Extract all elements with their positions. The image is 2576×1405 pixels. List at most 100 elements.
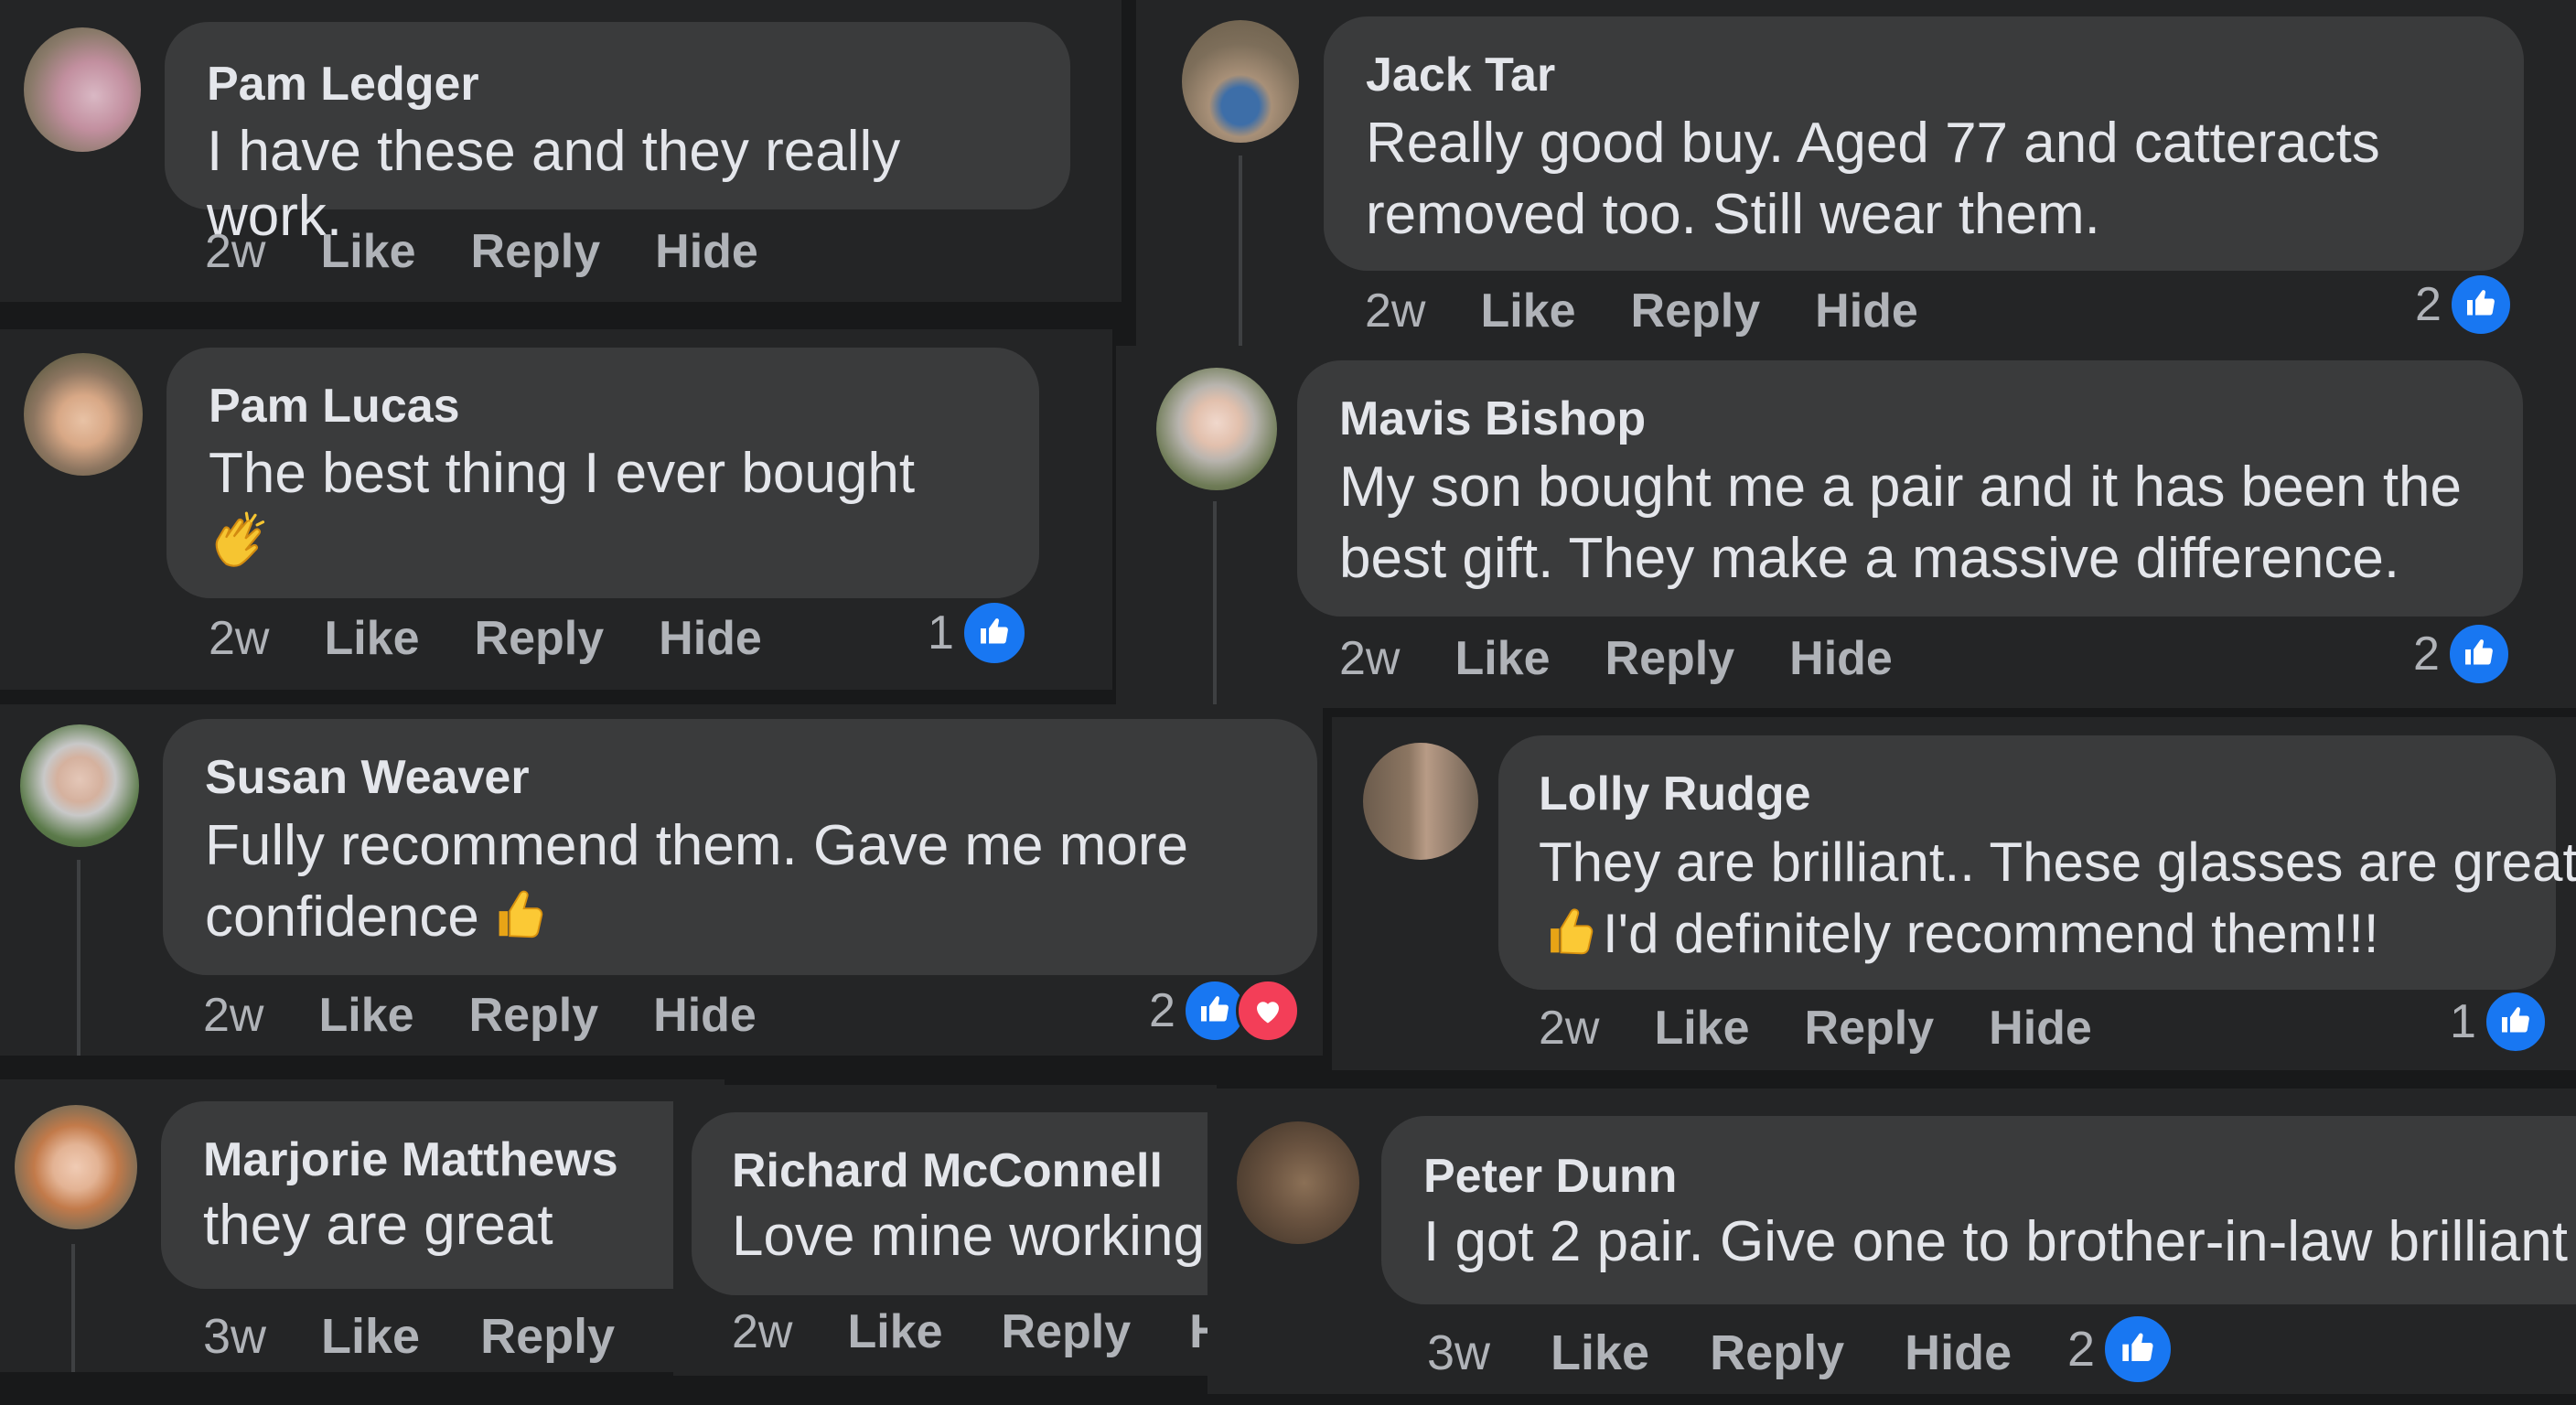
comment-actions: 2w Like Reply Hide [1339, 631, 1893, 686]
comment-author[interactable]: Lolly Rudge [1539, 767, 2516, 821]
comment-actions: 2w Like Reply H [732, 1304, 1217, 1359]
comment-panel-peter-dunn: Peter Dunn I got 2 pair. Give one to bro… [1208, 1089, 2576, 1394]
comment-timestamp[interactable]: 2w [203, 988, 263, 1043]
reply-button[interactable]: Reply [1805, 1001, 1935, 1056]
reply-button[interactable]: Reply [469, 988, 599, 1043]
like-button[interactable]: Like [324, 611, 419, 666]
comment-text: Really good buy. Aged 77 and catteracts … [1366, 112, 2380, 246]
thread-line [1239, 156, 1242, 346]
hide-button[interactable]: Hide [1815, 284, 1918, 338]
reply-button[interactable]: Reply [1710, 1325, 1844, 1381]
comment-author[interactable]: Marjorie Matthews [203, 1132, 704, 1187]
love-icon [1235, 979, 1300, 1043]
like-icon [2102, 1314, 2174, 1385]
comment-timestamp[interactable]: 2w [1365, 284, 1425, 338]
comment-bubble: Pam Ledger I have these and they really … [165, 22, 1070, 248]
comment-timestamp[interactable]: 2w [205, 224, 265, 279]
reaction-count: 2 [2415, 278, 2442, 331]
like-button[interactable]: Like [318, 988, 413, 1043]
comment-timestamp[interactable]: 3w [1427, 1325, 1490, 1381]
avatar[interactable] [1182, 20, 1299, 143]
comment-bubble: Pam Lucas The best thing I ever bought [166, 348, 1039, 598]
like-button[interactable]: Like [321, 1308, 420, 1365]
comment-timestamp[interactable]: 2w [732, 1304, 792, 1359]
reaction-summary[interactable]: 2 [2415, 273, 2513, 337]
reaction-summary[interactable]: 1 [928, 600, 1027, 666]
comment-bubble: Peter Dunn I got 2 pair. Give one to bro… [1381, 1116, 2576, 1304]
comment-author[interactable]: Mavis Bishop [1339, 391, 2481, 446]
avatar[interactable] [1237, 1121, 1359, 1244]
thumbs-up-emoji [487, 885, 543, 959]
comment-panel-susan-weaver: Susan Weaver Fully recommend them. Gave … [0, 704, 1323, 1056]
comment-timestamp[interactable]: 2w [1339, 631, 1400, 686]
hide-button[interactable]: Hide [655, 224, 758, 279]
reaction-count: 2 [2067, 1322, 2096, 1377]
like-button[interactable]: Like [1551, 1325, 1649, 1381]
avatar[interactable] [24, 27, 141, 152]
comment-text: The best thing I ever bought [209, 442, 916, 505]
reply-button[interactable]: Reply [471, 224, 601, 279]
reaction-summary[interactable]: 2 [2413, 622, 2511, 686]
comment-author[interactable]: Pam Lucas [209, 379, 997, 434]
like-button[interactable]: Like [1454, 631, 1550, 686]
avatar[interactable] [24, 353, 143, 476]
reaction-summary[interactable]: 2 [2067, 1314, 2174, 1385]
like-button[interactable]: Like [1480, 284, 1575, 338]
comment-panel-jack-tar: Jack Tar Really good buy. Aged 77 and ca… [1136, 0, 2576, 346]
comment-text: Love mine working [732, 1205, 1205, 1268]
hide-button[interactable]: Hide [659, 611, 762, 666]
avatar[interactable] [20, 724, 139, 847]
thread-line [1213, 501, 1217, 708]
comment-actions: 2w Like Reply Hide [209, 611, 762, 666]
comment-timestamp[interactable]: 3w [203, 1308, 266, 1365]
avatar[interactable] [1363, 743, 1478, 860]
comment-author[interactable]: Jack Tar [1366, 48, 2482, 102]
thumbs-up-emoji [1539, 903, 1594, 975]
comment-author[interactable]: Peter Dunn [1423, 1149, 2574, 1204]
comment-actions: 2w Like Reply Hide [1539, 1001, 2092, 1056]
comment-text-line-1: They are brilliant.. These glasses are g… [1539, 831, 2576, 893]
comment-panel-pam-ledger: Pam Ledger I have these and they really … [0, 0, 1122, 302]
comment-author[interactable]: Richard McConnell [732, 1143, 1217, 1198]
like-button[interactable]: Like [847, 1304, 942, 1359]
comment-author[interactable]: Pam Ledger [207, 57, 1028, 112]
comment-bubble: Marjorie Matthews they are great [161, 1101, 724, 1289]
comment-timestamp[interactable]: 2w [209, 611, 269, 666]
like-button[interactable]: Like [320, 224, 415, 279]
reaction-count: 2 [1149, 984, 1175, 1037]
comment-bubble: Lolly Rudge They are brilliant.. These g… [1498, 735, 2576, 990]
comment-actions: 2w Like Reply Hide [205, 224, 758, 279]
thread-line [77, 860, 80, 1056]
reply-button[interactable]: Reply [480, 1308, 615, 1365]
comment-actions: 3w Like Reply Hide [1427, 1325, 2012, 1381]
reaction-summary[interactable]: 2 [1149, 979, 1300, 1043]
hide-button[interactable]: Hide [1789, 631, 1893, 686]
comment-bubble: Jack Tar Really good buy. Aged 77 and ca… [1324, 16, 2524, 271]
like-icon [2483, 990, 2548, 1054]
comment-text: Fully recommend them. Gave me more confi… [205, 810, 1275, 959]
comment-bubble: Richard McConnell Love mine working [692, 1112, 1217, 1295]
hide-button[interactable]: Hide [1905, 1325, 2012, 1381]
comment-text: they are great [203, 1194, 553, 1257]
comment-panel-richard-mcconnell: Richard McConnell Love mine working 2w L… [673, 1085, 1217, 1376]
hide-button[interactable]: Hide [653, 988, 757, 1043]
comment-text: I got 2 pair. Give one to brother-in-law… [1423, 1210, 2568, 1273]
reaction-count: 1 [2450, 995, 2476, 1048]
comment-author[interactable]: Susan Weaver [205, 750, 1275, 805]
like-icon [961, 600, 1027, 666]
comment-actions: 3w Like Reply [203, 1308, 615, 1365]
reply-button[interactable]: Reply [475, 611, 605, 666]
reaction-summary[interactable]: 1 [2450, 990, 2548, 1054]
reply-button[interactable]: Reply [1631, 284, 1761, 338]
reaction-count: 1 [928, 606, 954, 660]
comment-panel-pam-lucas: Pam Lucas The best thing I ever bought 2… [0, 329, 1112, 690]
comment-text-content: I'd definitely recommend them!!! [1603, 903, 2379, 964]
reply-button[interactable]: Reply [1605, 631, 1735, 686]
hide-button[interactable]: Hide [1989, 1001, 2092, 1056]
comment-timestamp[interactable]: 2w [1539, 1001, 1599, 1056]
avatar[interactable] [1156, 368, 1277, 490]
avatar[interactable] [15, 1105, 137, 1229]
like-button[interactable]: Like [1654, 1001, 1749, 1056]
reply-button[interactable]: Reply [1002, 1304, 1132, 1359]
comment-panel-marjorie-matthews: Marjorie Matthews they are great 3w Like… [0, 1079, 724, 1372]
